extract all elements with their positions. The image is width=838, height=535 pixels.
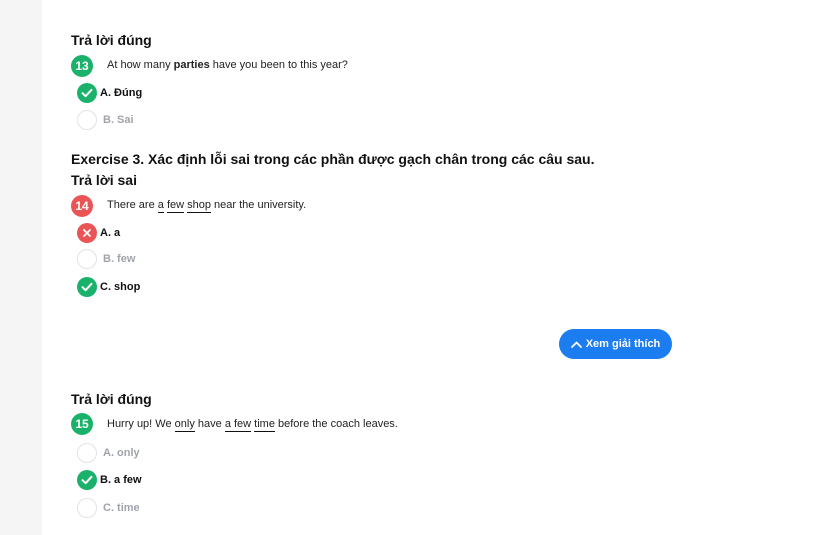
answer-status-q14: Trả lời sai [71,172,137,188]
option-15-c[interactable]: C. time [77,497,140,519]
chevron-up-icon [570,341,582,348]
option-14-b[interactable]: B. few [77,248,135,270]
option-label: C. time [103,502,140,514]
question-number-15: 15 [71,413,93,435]
radio-empty-icon [77,110,97,130]
option-label: A. a [100,227,121,239]
question-number-13: 13 [71,55,93,77]
radio-empty-icon [77,443,97,463]
option-label: B. few [103,253,136,265]
check-icon [77,470,97,490]
option-label: A. Đúng [100,87,143,99]
option-13-a[interactable]: A. Đúng [77,82,142,104]
question-text-15: Hurry up! We only have a few time before… [107,418,398,432]
option-label: A. only [103,447,140,459]
check-icon [77,83,97,103]
option-14-c[interactable]: C. shop [77,276,140,298]
option-13-b[interactable]: B. Sai [77,109,134,131]
exercise-title: Exercise 3. Xác định lỗi sai trong các p… [71,151,595,167]
view-explanation-button[interactable]: Xem giải thích [559,329,672,359]
answer-status-q15: Trả lời đúng [71,391,152,407]
question-number-14: 14 [71,195,93,217]
x-icon [77,223,97,243]
option-15-b[interactable]: B. a few [77,469,142,491]
view-explanation-label: Xem giải thích [585,338,661,350]
question-text-13: At how many parties have you been to thi… [107,59,348,71]
option-label: B. a few [100,474,142,486]
option-14-a[interactable]: A. a [77,222,120,244]
option-label: B. Sai [103,114,134,126]
left-gutter [0,0,42,535]
radio-empty-icon [77,498,97,518]
option-15-a[interactable]: A. only [77,442,140,464]
answer-status-q13: Trả lời đúng [71,32,152,48]
quiz-results: Trả lời đúng 13 At how many parties have… [71,0,691,535]
radio-empty-icon [77,249,97,269]
option-label: C. shop [100,281,141,293]
question-text-14: There are a few shop near the university… [107,199,307,213]
check-icon [77,277,97,297]
